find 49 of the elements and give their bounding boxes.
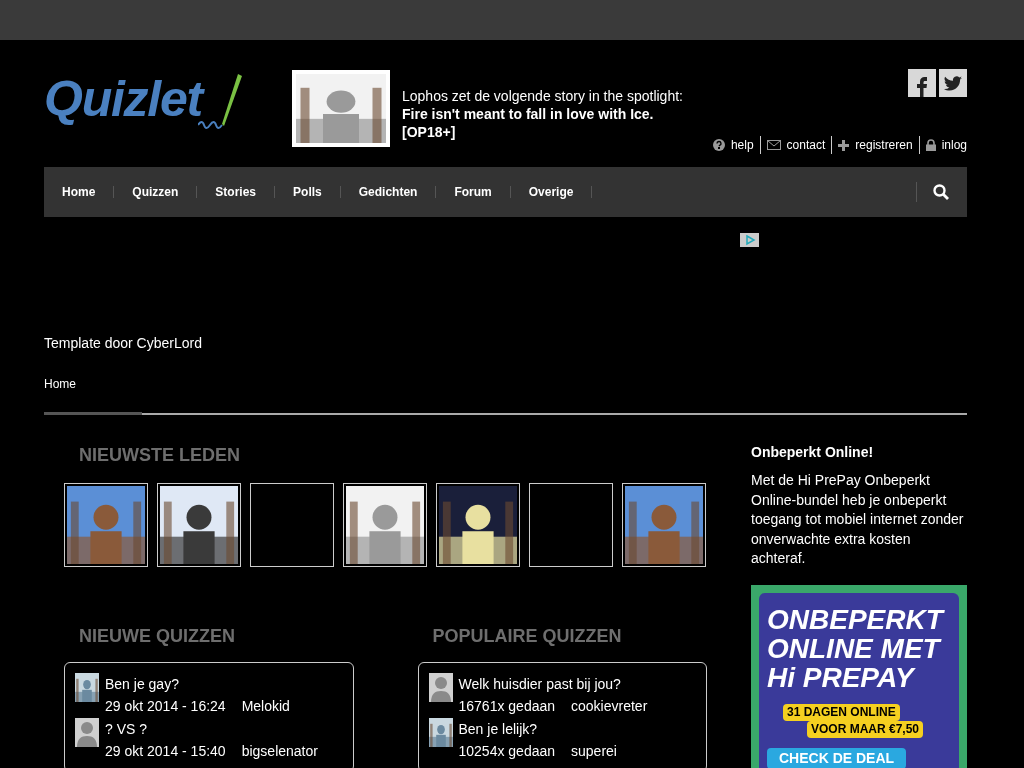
search-icon[interactable]: [933, 184, 949, 200]
quiz-meta: 10254x gedaan: [458, 742, 556, 761]
facebook-icon: [917, 77, 927, 97]
nav-item[interactable]: Gedichten: [358, 183, 418, 201]
nav-item[interactable]: Home: [62, 183, 96, 201]
ad-banner[interactable]: ONBEPERKT ONLINE MET Hi PREPAY 31 DAGEN ONLINE VOOR MAAR €7,50 CHECK DE DEAL: [751, 584, 967, 768]
nav-item[interactable]: Forum: [454, 183, 492, 201]
spotlight-story-link[interactable]: Fire isn't meant to fall in love with Ice. [OP18+]: [402, 105, 702, 141]
member-thumbnail[interactable]: [529, 483, 613, 567]
quiz-title-link[interactable]: ? VS ?: [105, 718, 318, 740]
help-icon: [712, 139, 725, 151]
author-link[interactable]: bigselenator: [241, 740, 318, 762]
spotlight-intro: Lophos zet de volgende story in the spotlight:: [402, 87, 684, 105]
nav-item[interactable]: Stories: [215, 183, 257, 201]
lock-icon: [925, 139, 936, 151]
envelope-icon: [766, 140, 781, 150]
quiz-meta: 29 okt 2014 - 16:24: [105, 697, 226, 716]
section-heading: NIEUWE QUIZZEN: [78, 625, 236, 648]
author-link[interactable]: superei: [571, 740, 617, 762]
member-thumbnail[interactable]: [250, 483, 334, 567]
sidebar-title: Onbeperkt Online!: [751, 443, 875, 462]
nav-item[interactable]: Overige: [528, 183, 574, 201]
author-link[interactable]: Melokid: [241, 695, 290, 717]
header-link[interactable]: contact: [786, 136, 826, 154]
ad-headline: ONBEPERKT ONLINE MET Hi PREPAY: [767, 604, 946, 692]
facebook-button[interactable]: [908, 69, 936, 97]
quiz-meta: 29 okt 2014 - 15:40: [105, 742, 226, 761]
quiz-title-link[interactable]: Welk huisdier past bij jou?: [458, 673, 648, 695]
section-heading: POPULAIRE QUIZZEN: [431, 625, 623, 648]
header-link[interactable]: inlog: [941, 136, 967, 154]
breadcrumb-link[interactable]: Home: [44, 375, 967, 393]
author-link[interactable]: cookievreter: [571, 695, 648, 717]
sidebar-text: Met de Hi PrePay Onbeperkt Online-bundel heb je onbeperkt toegang tot mobiel internet zonder onverwachte extra kosten achteraf.: [751, 471, 965, 568]
template-credit: Template door CyberLord: [44, 334, 203, 353]
plus-icon: [838, 139, 850, 151]
nav-item[interactable]: Quizzen: [132, 183, 179, 201]
ad-offer: VOOR MAAR €7,50: [807, 720, 924, 738]
avatar-silhouette-icon: [428, 673, 453, 702]
ad-offer: 31 DAGEN ONLINE: [783, 703, 900, 721]
twitter-button[interactable]: [939, 69, 967, 97]
bird-icon: [944, 75, 962, 91]
avatar-silhouette-icon: [75, 718, 99, 747]
quiz-title-link[interactable]: Ben je gay?: [105, 673, 290, 695]
quiz-meta: 16761x gedaan: [458, 697, 556, 716]
quiz-title-link[interactable]: Ben je lelijk?: [458, 718, 617, 740]
nav-item[interactable]: Polls: [293, 183, 322, 201]
header-link[interactable]: registreren: [855, 136, 913, 154]
section-heading: NIEUWSTE LEDEN: [78, 444, 241, 467]
header-link[interactable]: help: [730, 136, 754, 154]
